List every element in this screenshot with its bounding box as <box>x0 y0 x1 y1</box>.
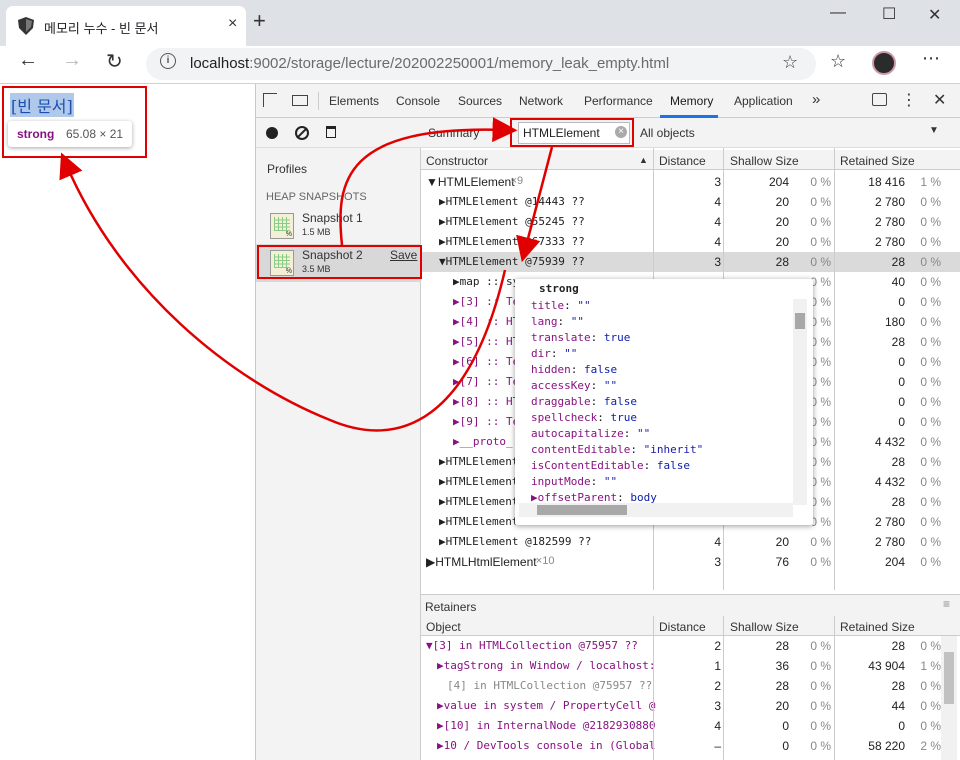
device-toolbar-icon[interactable] <box>292 95 308 106</box>
retainer-row[interactable]: ▼[3] in HTMLCollection @75957 ?? 2 28 0 % 28… <box>421 636 960 656</box>
retainers-table: Object Distance Shallow Size Retained Si… <box>421 616 960 760</box>
record-icon[interactable] <box>266 127 278 139</box>
table-row[interactable]: ▶HTMLHtmlElement ×10 3 76 0 % 204 0 % <box>421 552 960 572</box>
navigation-bar: ← → ↻ i localhost:9002/storage/lecture/2… <box>0 46 960 84</box>
retainers-table-header: Object Distance Shallow Size Retained Si… <box>421 616 960 636</box>
popover-property: draggable: false <box>531 395 637 408</box>
table-header: Constructor ▲ Distance Shallow Size Reta… <box>421 150 960 170</box>
annotation-box-snapshot <box>257 245 422 279</box>
view-select[interactable]: Summary <box>428 126 479 140</box>
inspect-icon[interactable] <box>263 93 277 107</box>
table-row[interactable]: ▶HTMLElement @14443 ?? 4 20 0 % 2 780 0 % <box>421 192 960 212</box>
new-tab-button[interactable]: + <box>253 8 266 34</box>
favorites-icon[interactable]: ☆ <box>830 51 846 72</box>
table-row[interactable]: ▶HTMLElement @55245 ?? 4 20 0 % 2 780 0 % <box>421 212 960 232</box>
table-row[interactable]: ▶HTMLElement @182599 ?? 4 20 0 % 2 780 0 % <box>421 532 960 552</box>
refresh-icon[interactable]: ↻ <box>106 49 123 74</box>
tab-memory[interactable]: Memory <box>670 94 713 108</box>
tab-application[interactable]: Application <box>734 94 793 108</box>
divider <box>318 92 319 110</box>
table-row[interactable]: ▼HTMLElement ×9 3 204 0 % 18 416 1 % <box>421 172 960 192</box>
tab-sources[interactable]: Sources <box>458 94 502 108</box>
address-bar[interactable]: i localhost:9002/storage/lecture/2020022… <box>146 48 816 80</box>
popover-vertical-scrollbar[interactable] <box>793 299 807 505</box>
profile-avatar[interactable] <box>872 51 896 75</box>
clear-icon[interactable] <box>295 126 309 140</box>
popover-property: accessKey: "" <box>531 379 618 392</box>
maximize-button[interactable]: ☐ <box>882 4 896 24</box>
profiles-title: Profiles <box>267 162 308 176</box>
info-icon[interactable]: i <box>160 53 176 69</box>
retainers-scrollbar[interactable] <box>941 636 957 760</box>
minimize-button[interactable]: — <box>830 4 846 22</box>
settings-more-icon[interactable]: ⋯ <box>922 48 940 69</box>
retainers-header-bar: Retainers ≡ <box>421 594 960 618</box>
favorite-star-icon[interactable]: ☆ <box>782 52 798 73</box>
web-page: [빈 문서] strong 65.08 × 21 <box>0 84 256 760</box>
retainer-row[interactable]: ▶tagStrong in Window / localhost: 1 36 0 % 4… <box>421 656 960 676</box>
tab-performance[interactable]: Performance <box>584 94 653 108</box>
table-row[interactable]: ▼HTMLElement @75939 ?? 3 28 0 % 28 0 % <box>421 252 960 272</box>
annotation-box-page <box>2 86 147 158</box>
popover-horizontal-scrollbar[interactable] <box>519 503 793 517</box>
devtools-menu-icon[interactable]: ⋮ <box>901 90 917 110</box>
close-window-button[interactable]: ✕ <box>928 5 941 25</box>
popover-property: title: "" <box>531 299 591 312</box>
title-bar: 메모리 누수 - 빈 문서 × + — ☐ ✕ <box>0 0 960 46</box>
popover-property: isContentEditable: false <box>531 459 690 472</box>
url-text: localhost:9002/storage/lecture/202002250… <box>190 55 670 72</box>
browser-tab[interactable]: 메모리 누수 - 빈 문서 × <box>6 6 246 46</box>
more-tabs-icon[interactable]: » <box>812 91 820 108</box>
snapshot-icon: % <box>270 213 294 239</box>
close-devtools-icon[interactable]: ✕ <box>933 90 946 110</box>
tab-console[interactable]: Console <box>396 94 440 108</box>
retainers-title: Retainers <box>425 600 477 614</box>
retainer-row[interactable]: ▶10 / DevTools console in (Global –0 0 % 58… <box>421 736 960 756</box>
retainer-row[interactable]: [4] in HTMLCollection @75957 ?? 2 28 0 % 28 0… <box>421 676 960 696</box>
popover-property: contentEditable: "inherit" <box>531 443 704 456</box>
retainer-row[interactable]: ▶value in system / PropertyCell @3 20 0 % 4… <box>421 696 960 716</box>
popover-property: hidden: false <box>531 363 618 376</box>
object-popover: strong title: "" lang: "" translate: true d… <box>515 279 813 525</box>
tab-title: 메모리 누수 - 빈 문서 <box>44 21 159 36</box>
drag-handle-icon[interactable]: ≡ <box>943 597 950 611</box>
dropdown-arrow-icon[interactable]: ▼ <box>929 125 939 136</box>
sort-asc-icon: ▲ <box>639 155 648 165</box>
objects-select[interactable]: All objects <box>640 126 695 140</box>
popover-property: lang: "" <box>531 315 584 328</box>
forward-icon[interactable]: → <box>62 49 82 72</box>
back-icon[interactable]: ← <box>18 49 38 72</box>
popover-property: autocapitalize: "" <box>531 427 651 440</box>
tab-elements[interactable]: Elements <box>329 94 379 108</box>
heap-snapshots-header: HEAP SNAPSHOTS <box>266 191 367 203</box>
retainer-row[interactable]: ▶[10] in InternalNode @2182930880 4 0 0 % 0 0… <box>421 716 960 736</box>
popover-property: translate: true <box>531 331 631 344</box>
popover-property: dir: "" <box>531 347 578 360</box>
table-row[interactable]: ▶HTMLElement @67333 ?? 4 20 0 % 2 780 0 % <box>421 232 960 252</box>
tab-network[interactable]: Network <box>519 94 563 108</box>
profiles-sidebar: Profiles HEAP SNAPSHOTS % Snapshot 1 1.5… <box>256 148 421 760</box>
devtools-tabbar: Elements Console Sources Network Perform… <box>256 84 960 118</box>
feedback-icon[interactable] <box>872 93 887 106</box>
shield-icon <box>18 17 34 35</box>
popover-title: strong <box>539 282 579 295</box>
trash-icon[interactable] <box>326 126 336 138</box>
popover-property: inputMode: "" <box>531 475 618 488</box>
snapshot-1[interactable]: % Snapshot 1 1.5 MB <box>256 207 421 245</box>
popover-property: spellcheck: true <box>531 411 637 424</box>
tab-close-icon[interactable]: × <box>228 15 237 33</box>
annotation-box-filter <box>510 118 634 147</box>
